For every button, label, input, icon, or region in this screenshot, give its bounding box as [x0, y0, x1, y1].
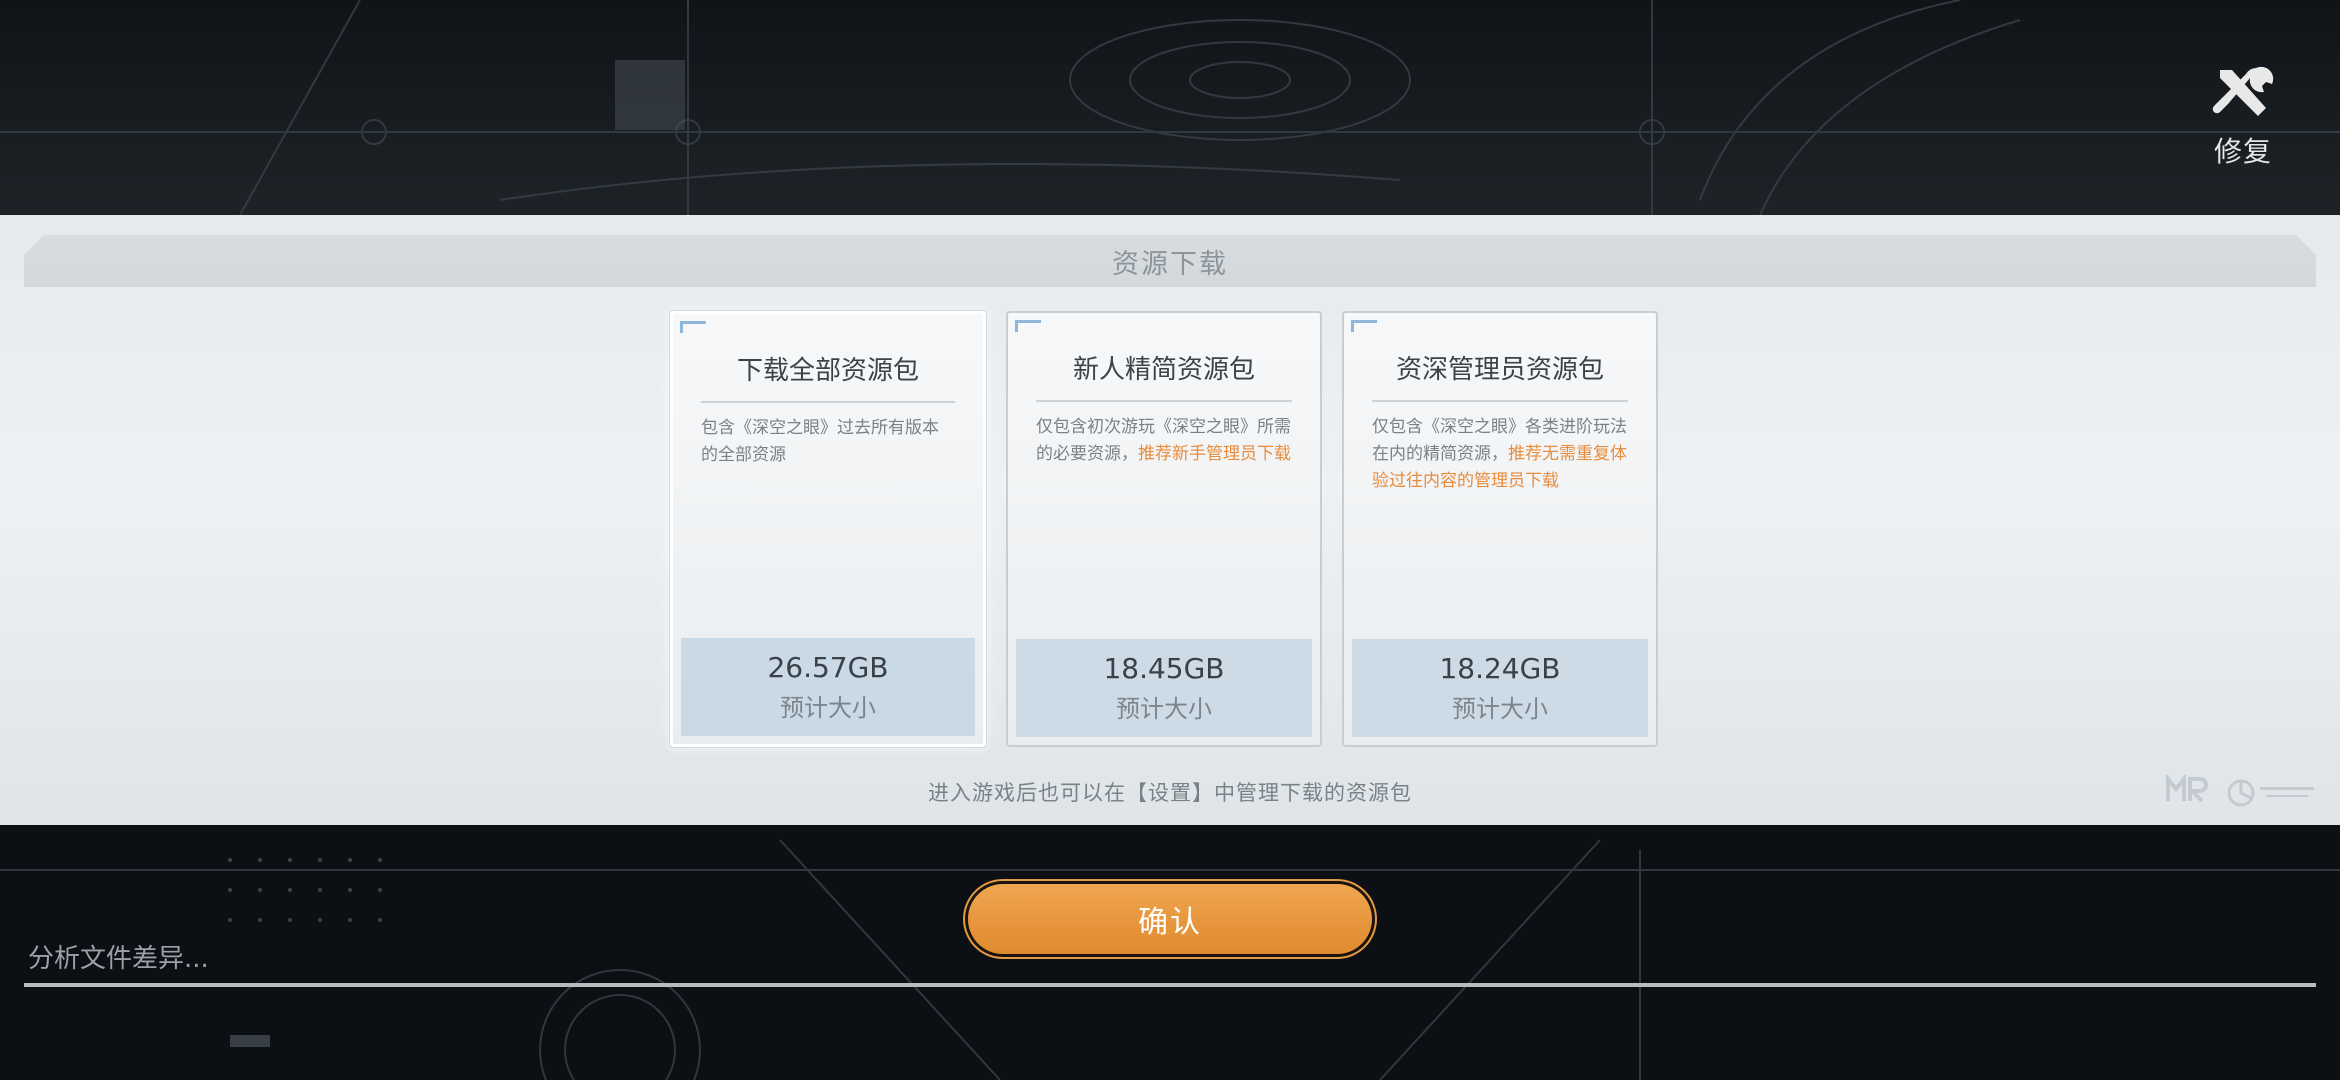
card-description: 包含《深空之眼》过去所有版本的全部资源 [701, 415, 955, 469]
card-corner-decoration [1351, 320, 1377, 332]
confirm-button-label: 确认 [1138, 905, 1202, 940]
card-size-box: 26.57GB 预计大小 [681, 638, 975, 736]
package-card-veteran[interactable]: 资深管理员资源包 仅包含《深空之眼》各类进阶玩法在内的精简资源，推荐无需重复体验… [1342, 311, 1658, 747]
card-description-highlight: 推荐新手管理员下载 [1138, 444, 1291, 464]
panel-title: 资源下载 [1112, 248, 1228, 280]
tools-icon [2212, 66, 2274, 116]
package-options: 下载全部资源包 包含《深空之眼》过去所有版本的全部资源 26.57GB 预计大小… [670, 311, 1658, 747]
card-corner-decoration [680, 321, 706, 333]
card-size-box: 18.45GB 预计大小 [1016, 639, 1312, 737]
card-size-value: 26.57GB [767, 651, 889, 684]
card-title: 资深管理员资源包 [1372, 349, 1628, 402]
card-description: 仅包含初次游玩《深空之眼》所需的必要资源，推荐新手管理员下载 [1036, 414, 1292, 468]
card-title: 下载全部资源包 [701, 350, 955, 403]
brand-logos [2166, 773, 2314, 810]
resource-download-panel: 资源下载 下载全部资源包 包含《深空之眼》过去所有版本的全部资源 26.57GB… [0, 215, 2340, 825]
studio-logo [2226, 775, 2314, 810]
progress-bar-fill [24, 983, 2316, 987]
package-card-newbie[interactable]: 新人精简资源包 仅包含初次游玩《深空之眼》所需的必要资源，推荐新手管理员下载 1… [1006, 311, 1322, 747]
status-text: 分析文件差异... [28, 944, 209, 974]
confirm-button[interactable]: 确认 [968, 884, 1372, 954]
card-description: 仅包含《深空之眼》各类进阶玩法在内的精简资源，推荐无需重复体验过往内容的管理员下… [1372, 414, 1628, 495]
card-size-value: 18.45GB [1103, 652, 1225, 685]
card-size-value: 18.24GB [1439, 652, 1561, 685]
mr-logo [2166, 773, 2210, 810]
package-card-full[interactable]: 下载全部资源包 包含《深空之眼》过去所有版本的全部资源 26.57GB 预计大小 [670, 311, 986, 747]
progress-bar [24, 983, 2316, 987]
settings-hint: 进入游戏后也可以在【设置】中管理下载的资源包 [928, 781, 1412, 805]
card-size-label: 预计大小 [1452, 695, 1548, 723]
repair-button[interactable]: 修复 [2198, 62, 2288, 172]
card-size-box: 18.24GB 预计大小 [1352, 639, 1648, 737]
card-size-label: 预计大小 [1116, 695, 1212, 723]
card-description-text: 包含《深空之眼》过去所有版本的全部资源 [701, 418, 939, 465]
card-title: 新人精简资源包 [1036, 349, 1292, 402]
card-size-label: 预计大小 [780, 694, 876, 722]
repair-label: 修复 [2213, 135, 2272, 168]
panel-header: 资源下载 [24, 235, 2316, 287]
card-corner-decoration [1015, 320, 1041, 332]
